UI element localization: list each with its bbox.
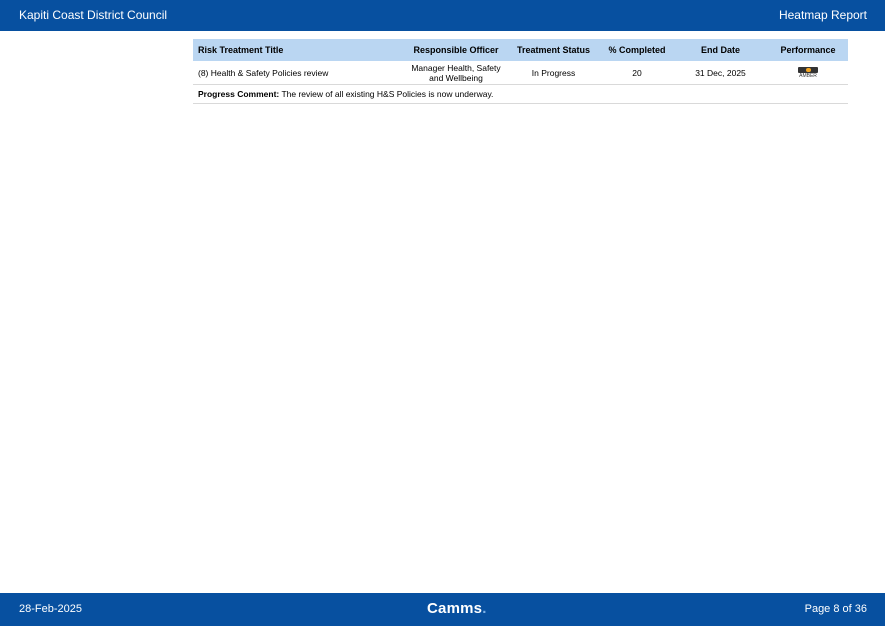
progress-comment-label: Progress Comment: (198, 89, 280, 99)
table-header-row: Risk Treatment Title Responsible Officer… (193, 39, 848, 61)
footer-bar: 28-Feb-2025 Camms. Page 8 of 36 (0, 593, 885, 626)
col-performance: Performance (768, 39, 848, 61)
traffic-light-body (798, 66, 818, 73)
cell-title: (8) Health & Safety Policies review (193, 61, 406, 85)
progress-comment-row: Progress Comment: The review of all exis… (193, 84, 848, 104)
performance-label: AMBER (799, 72, 817, 79)
col-percent-completed: % Completed (601, 39, 673, 61)
amber-lamp (806, 67, 811, 72)
col-risk-treatment-title: Risk Treatment Title (193, 39, 406, 61)
cell-officer: Manager Health, Safety and Wellbeing (406, 61, 506, 85)
cell-completed: 20 (601, 61, 673, 85)
cell-end-date: 31 Dec, 2025 (673, 61, 768, 85)
progress-comment-text: The review of all existing H&S Policies … (279, 89, 494, 99)
report-title: Heatmap Report (778, 8, 867, 22)
report-date: 28-Feb-2025 (19, 603, 82, 615)
page-number: Page 8 of 36 (804, 603, 867, 615)
traffic-light-icon: AMBER (798, 66, 818, 79)
col-treatment-status: Treatment Status (506, 39, 601, 61)
brand-name: Camms (427, 600, 483, 617)
risk-treatment-table: Risk Treatment Title Responsible Officer… (193, 39, 848, 104)
header-bar: Kapiti Coast District Council Heatmap Re… (0, 0, 885, 31)
progress-comment: Progress Comment: The review of all exis… (193, 84, 848, 104)
brand-logo: Camms. (427, 600, 487, 617)
col-end-date: End Date (673, 39, 768, 61)
cell-performance: AMBER (768, 61, 848, 85)
cell-status: In Progress (506, 61, 601, 85)
table-row: (8) Health & Safety Policies review Mana… (193, 61, 848, 85)
col-responsible-officer: Responsible Officer (406, 39, 506, 61)
organisation-name: Kapiti Coast District Council (19, 8, 168, 22)
